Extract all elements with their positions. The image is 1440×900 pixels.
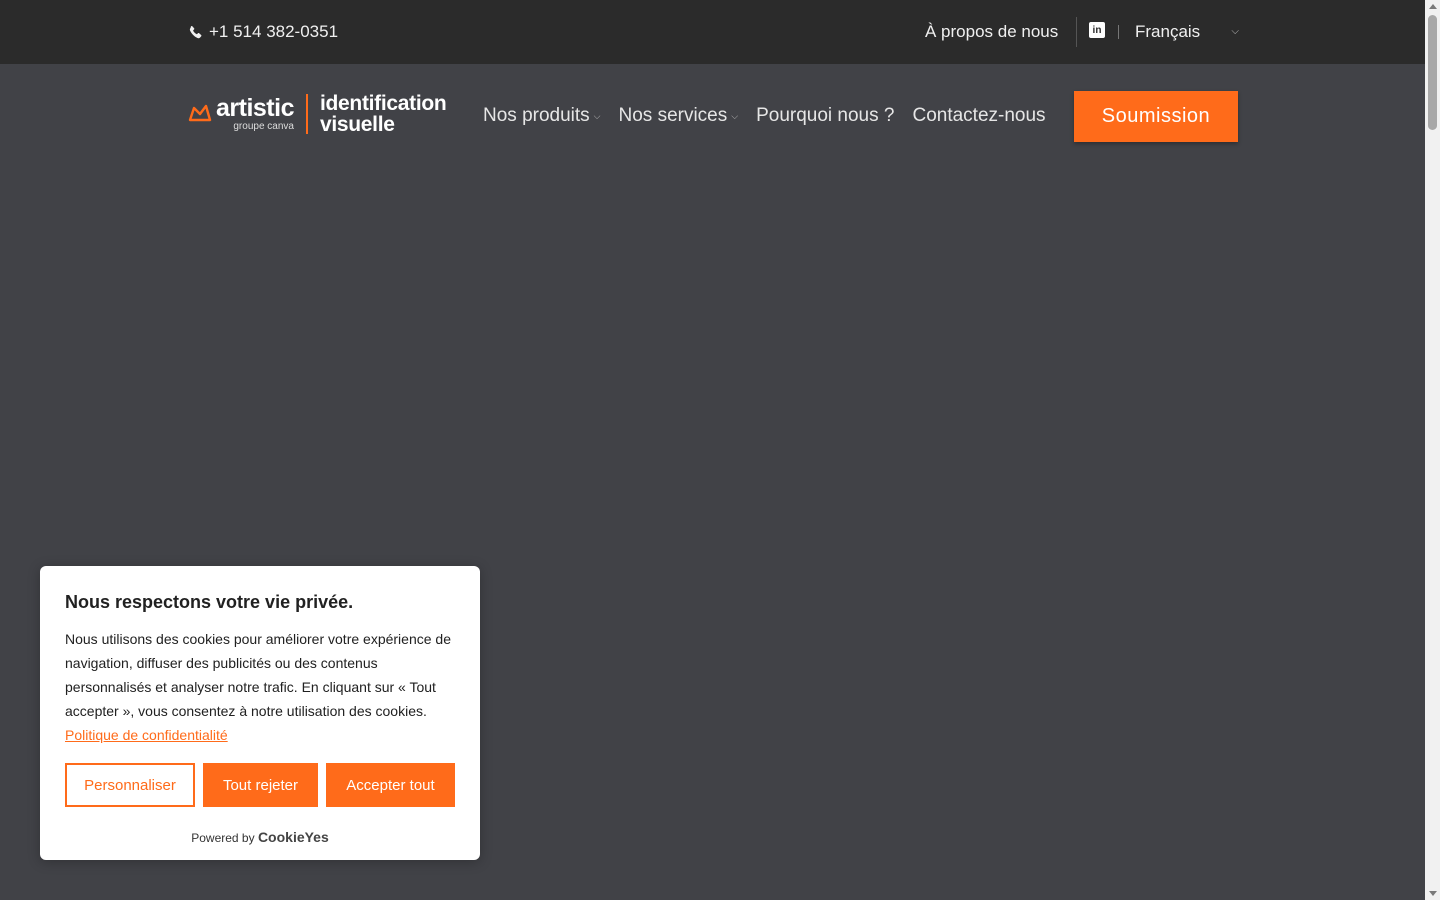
logo-tagline: identification visuelle [319, 92, 447, 136]
cookieyes-logo[interactable]: CookieYes [258, 829, 329, 845]
divider [1076, 17, 1077, 47]
language-select[interactable]: Français ⌵ [1135, 20, 1239, 44]
cookie-banner: Nous respectons votre vie privée. Nous u… [40, 566, 480, 860]
logo-tagline-1: identification [319, 92, 447, 115]
cookie-description: Nous utilisons des cookies pour améliore… [65, 631, 451, 719]
chevron-down-icon: ⌵ [593, 110, 601, 121]
powered-by: Powered by CookieYes [40, 829, 480, 845]
nav-item-contact[interactable]: Contactez-nous [912, 105, 1045, 127]
phone-number: +1 514 382-0351 [209, 22, 339, 41]
linkedin-icon[interactable]: in [1089, 22, 1105, 38]
nav-item-services[interactable]: Nos services ⌵ [619, 105, 739, 127]
logo-brand-sub: groupe canva [233, 121, 294, 132]
nav-item-products[interactable]: Nos produits ⌵ [483, 105, 601, 127]
nav-item-label: Contactez-nous [912, 105, 1046, 126]
scroll-up-arrow-icon[interactable] [1429, 4, 1437, 9]
site-logo[interactable]: artistic groupe canva identification vis… [188, 92, 447, 136]
crown-logo-icon [188, 104, 212, 122]
accept-all-button[interactable]: Accepter tout [326, 763, 455, 807]
privacy-policy-link[interactable]: Politique de confidentialité [65, 727, 228, 743]
scroll-thumb[interactable] [1428, 15, 1437, 130]
nav-item-label: Pourquoi nous ? [756, 105, 895, 126]
powered-by-label: Powered by [191, 831, 255, 845]
logo-divider [305, 94, 308, 134]
chevron-down-icon: ⌵ [1231, 26, 1239, 37]
divider [1118, 25, 1119, 39]
quote-button[interactable]: Soumission [1074, 91, 1238, 142]
nav-item-why-us[interactable]: Pourquoi nous ? [756, 105, 894, 127]
cookie-title: Nous respectons votre vie privée. [65, 592, 354, 612]
top-bar: +1 514 382-0351 À propos de nous in Fran… [0, 0, 1425, 64]
main-nav: Nos produits ⌵ Nos services ⌵ Pourquoi n… [483, 103, 1064, 129]
nav-item-label: Nos produits [483, 105, 590, 126]
phone-link[interactable]: +1 514 382-0351 [188, 20, 338, 44]
logo-tagline-2: visuelle [319, 113, 395, 136]
scrollbar[interactable] [1425, 0, 1440, 900]
chevron-down-icon: ⌵ [731, 110, 739, 121]
phone-icon [189, 25, 202, 38]
customize-button[interactable]: Personnaliser [65, 763, 195, 807]
logo-brand: artistic groupe canva [216, 96, 294, 132]
reject-all-button[interactable]: Tout rejeter [203, 763, 318, 807]
nav-item-label: Nos services [618, 105, 728, 126]
language-label: Français [1135, 22, 1201, 41]
about-link[interactable]: À propos de nous [925, 20, 1058, 44]
scroll-down-arrow-icon[interactable] [1429, 891, 1437, 896]
cookie-text: Nous utilisons des cookies pour améliore… [65, 627, 460, 747]
logo-brand-name: artistic [216, 94, 294, 122]
